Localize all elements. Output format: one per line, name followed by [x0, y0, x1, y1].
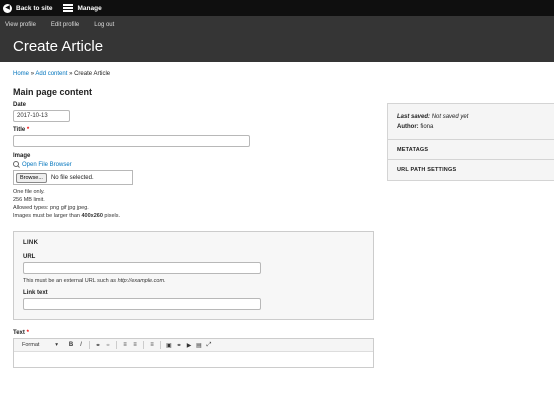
date-label: Date: [13, 102, 27, 108]
unlink-icon[interactable]: ⚭: [103, 342, 113, 349]
metatags-section-toggle[interactable]: METATAGS: [388, 140, 554, 160]
toolbar-divider: [89, 341, 90, 349]
date-input[interactable]: 2017-10-13: [13, 110, 70, 122]
help-text: .: [164, 278, 166, 284]
link-fieldset: LINK URL This must be an external URL su…: [13, 231, 374, 320]
format-dropdown[interactable]: Format ▾: [22, 342, 58, 348]
italic-button[interactable]: I: [76, 342, 86, 348]
blockquote-icon[interactable]: ≡: [147, 342, 157, 348]
link-text-input[interactable]: [23, 298, 261, 310]
embed-icon[interactable]: ⚭: [174, 342, 184, 349]
section-title: Main page content: [13, 87, 93, 97]
help-line: Images must be larger than 400x260 pixel…: [13, 212, 373, 220]
back-arrow-icon: ◀: [3, 3, 12, 13]
browse-button[interactable]: Browse...: [16, 172, 47, 183]
title-label-text: Title: [13, 127, 26, 133]
breadcrumb-add-content[interactable]: Add content: [35, 71, 67, 77]
page-header: View profile Edit profile Log out Create…: [0, 16, 554, 62]
manage-label: Manage: [77, 4, 102, 12]
toolbar-divider: [116, 341, 117, 349]
url-input[interactable]: [23, 262, 261, 274]
paste-icon[interactable]: ▤: [194, 342, 204, 349]
main-form: Main page content Date 2017-10-13 Title …: [13, 87, 374, 368]
url-path-settings-toggle[interactable]: URL PATH SETTINGS: [388, 160, 554, 180]
magnifier-icon: [13, 161, 20, 168]
open-file-browser-label: Open File Browser: [22, 161, 72, 168]
image-label: Image: [13, 153, 31, 159]
bold-button[interactable]: B: [66, 342, 76, 348]
toolbar-divider: [160, 341, 161, 349]
help-line: 256 MB limit.: [13, 197, 45, 203]
date-value: 2017-10-13: [17, 113, 48, 119]
dropdown-arrow-icon: ▾: [55, 342, 58, 348]
fullscreen-icon[interactable]: ⤢: [204, 342, 214, 349]
manage-menu-button[interactable]: Manage: [59, 0, 108, 16]
text-editor[interactable]: Format ▾ B I ⚭ ⚭ ≡ ≡ ≡ ▣ ⚭ ▶ ▤ ⤢: [13, 338, 374, 368]
toolbar-divider: [143, 341, 144, 349]
breadcrumb-home[interactable]: Home: [13, 71, 29, 77]
tab-view-profile[interactable]: View profile: [5, 22, 36, 28]
open-file-browser-link[interactable]: Open File Browser: [13, 161, 373, 168]
help-text: This must be an external URL such as: [23, 278, 118, 284]
breadcrumb: Home » Add content » Create Article: [13, 71, 110, 77]
last-saved-label: Last saved:: [397, 114, 431, 120]
required-mark: *: [26, 127, 30, 133]
meta-info: Last saved: Not saved yet Author: fiona: [388, 104, 554, 140]
tab-edit-profile[interactable]: Edit profile: [51, 22, 79, 28]
file-input: Browse... No file selected.: [13, 170, 133, 185]
link-legend: LINK: [23, 240, 39, 246]
breadcrumb-separator: »: [30, 71, 35, 77]
author-label: Author:: [397, 124, 419, 130]
back-to-site-label: Back to site: [16, 4, 53, 12]
url-help: This must be an external URL such as htt…: [23, 277, 364, 285]
help-text: Images must be larger than: [13, 213, 82, 219]
text-label: Text *: [13, 330, 373, 336]
required-mark: *: [26, 330, 29, 336]
user-tabs: View profile Edit profile Log out: [0, 16, 554, 33]
help-size: 400x260: [81, 213, 103, 219]
text-label-text: Text: [13, 330, 25, 336]
numbered-list-icon[interactable]: ≡: [130, 342, 140, 348]
author: Author: fiona: [397, 122, 545, 132]
author-value: fiona: [420, 124, 434, 130]
help-text: pixels.: [102, 213, 121, 219]
format-label: Format: [22, 342, 40, 348]
no-file-text: No file selected.: [50, 174, 94, 181]
last-saved-value: Not saved yet: [431, 114, 469, 120]
breadcrumb-separator: »: [69, 71, 73, 77]
video-icon[interactable]: ▶: [184, 342, 194, 349]
help-line: One file only.: [13, 189, 45, 195]
bulleted-list-icon[interactable]: ≡: [120, 342, 130, 348]
help-line: Allowed types: png gif jpg jpeg.: [13, 205, 89, 211]
tab-log-out[interactable]: Log out: [94, 22, 114, 28]
admin-toolbar: ◀ Back to site Manage: [0, 0, 554, 16]
image-icon[interactable]: ▣: [164, 342, 174, 349]
breadcrumb-current: Create Article: [74, 71, 111, 77]
meta-sidebar: Last saved: Not saved yet Author: fiona …: [387, 103, 554, 181]
link-icon[interactable]: ⚭: [93, 342, 103, 349]
url-label: URL: [23, 254, 36, 260]
hamburger-icon: [62, 4, 73, 12]
image-help: One file only. 256 MB limit. Allowed typ…: [13, 188, 373, 220]
last-saved: Last saved: Not saved yet: [397, 112, 545, 122]
page-title: Create Article: [13, 38, 104, 55]
url-example: http://example.com: [117, 278, 165, 284]
link-text-label: Link text: [23, 290, 48, 296]
title-label: Title *: [13, 127, 373, 133]
editor-toolbar: Format ▾ B I ⚭ ⚭ ≡ ≡ ≡ ▣ ⚭ ▶ ▤ ⤢: [14, 339, 373, 352]
back-to-site-link[interactable]: ◀ Back to site: [0, 0, 59, 16]
title-input[interactable]: [13, 135, 250, 147]
